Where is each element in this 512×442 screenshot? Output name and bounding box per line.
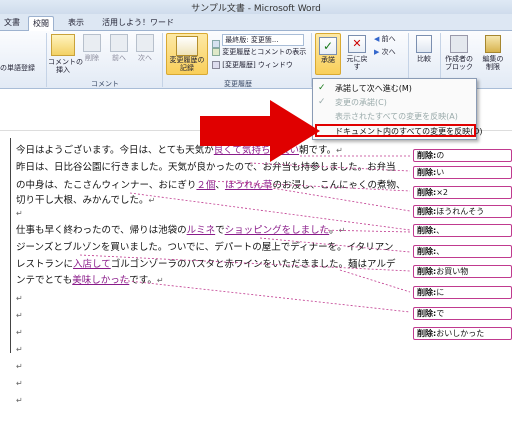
deletion-balloon[interactable]: 削除:×2 (413, 186, 512, 199)
balloon-type: 削除: (417, 329, 437, 338)
balloon-text: で (436, 309, 445, 318)
menu-item-accept-change[interactable]: ✓ 変更の承諾(C) (313, 96, 476, 109)
balloon-text: 、 (436, 247, 445, 256)
balloon-text: ×2 (436, 188, 448, 197)
deletion-balloon[interactable]: 削除:お買い物 (413, 265, 512, 278)
balloon-type: 削除: (417, 247, 437, 256)
red-arrow-annotation (200, 100, 320, 162)
balloon-text: の (436, 151, 445, 160)
balloon-type: 削除: (417, 168, 437, 177)
balloon-type: 削除: (417, 309, 437, 318)
deletion-balloon[interactable]: 削除:に (413, 286, 512, 299)
balloon-text: ほうれんそう (436, 207, 485, 216)
accept-all-shown-label: 表示されたすべての変更を反映(A) (335, 112, 458, 121)
menu-item-accept-and-next[interactable]: ✓ 承諾して次へ進む(M) (313, 82, 476, 95)
balloon-type: 削除: (417, 267, 437, 276)
balloon-type: 削除: (417, 226, 437, 235)
balloon-connectors (79, 155, 411, 313)
balloon-text: おいしかった (436, 329, 485, 338)
balloon-type: 削除: (417, 288, 437, 297)
accept-next-label: 承諾して次へ進む(M) (335, 84, 412, 93)
balloon-type: 削除: (417, 207, 437, 216)
deletion-balloon[interactable]: 削除:、 (413, 245, 512, 258)
deletion-balloon[interactable]: 削除:、 (413, 224, 512, 237)
balloon-type: 削除: (417, 151, 437, 160)
deletion-balloon[interactable]: 削除:ほうれんそう (413, 205, 512, 218)
deletion-balloon[interactable]: 削除:の (413, 149, 512, 162)
highlight-box (315, 124, 476, 137)
deletion-balloon[interactable]: 削除:で (413, 307, 512, 320)
menu-item-accept-all-shown[interactable]: 表示されたすべての変更を反映(A) (313, 110, 476, 123)
accept-change-label: 変更の承諾(C) (335, 98, 387, 107)
accept-next-icon: ✓ (318, 83, 326, 93)
balloon-text: い (436, 168, 445, 177)
deletion-balloon[interactable]: 削除:おいしかった (413, 327, 512, 340)
balloon-text: 、 (436, 226, 445, 235)
deletion-balloon[interactable]: 削除:い (413, 166, 512, 179)
balloon-text: に (436, 288, 445, 297)
balloon-type: 削除: (417, 188, 437, 197)
balloon-text: お買い物 (436, 267, 469, 276)
